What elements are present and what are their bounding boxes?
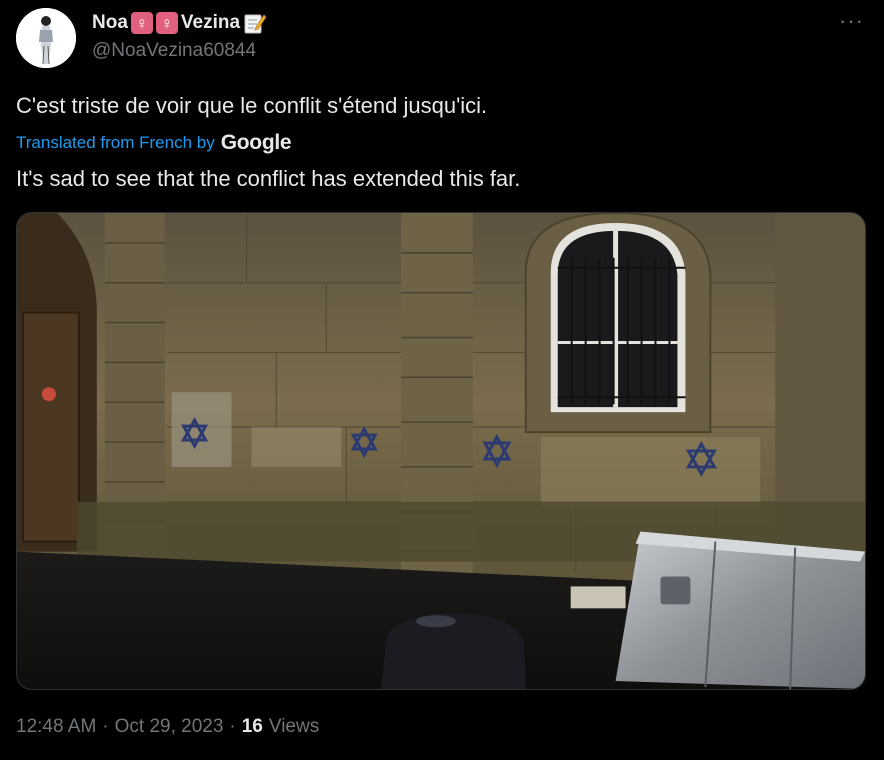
tweet-meta: 12:48 AM · Oct 29, 2023 · 16 Views [16, 716, 319, 738]
translated-label[interactable]: Translated from French by [16, 133, 215, 153]
memo-icon [243, 11, 267, 35]
tweet-photo[interactable] [16, 212, 866, 690]
female-sign-icon: ♀ [155, 12, 178, 34]
views-count[interactable]: 16 [242, 716, 263, 738]
meta-separator: · [102, 716, 109, 737]
views-label[interactable]: Views [269, 716, 319, 738]
meta-separator: · [229, 716, 236, 737]
display-name-last[interactable]: Vezina [181, 12, 240, 34]
tweet-date[interactable]: Oct 29, 2023 [115, 716, 224, 738]
more-options-icon[interactable]: ··· [839, 8, 864, 34]
translated-text: It's sad to see that the conflict has ex… [16, 166, 521, 191]
tweet-text: C'est triste de voir que le conflit s'ét… [16, 93, 488, 118]
female-sign-icon: ♀ [130, 12, 153, 34]
google-logo: Google [220, 131, 292, 154]
display-name-first[interactable]: Noa [92, 12, 128, 34]
translation-attribution[interactable]: Translated from French by Google [16, 130, 292, 156]
author-name-row[interactable]: Noa ♀ ♀ Vezina [92, 10, 267, 36]
tweet-time[interactable]: 12:48 AM [16, 716, 96, 738]
avatar[interactable] [16, 8, 76, 68]
author-handle[interactable]: @NoaVezina60844 [92, 40, 256, 62]
